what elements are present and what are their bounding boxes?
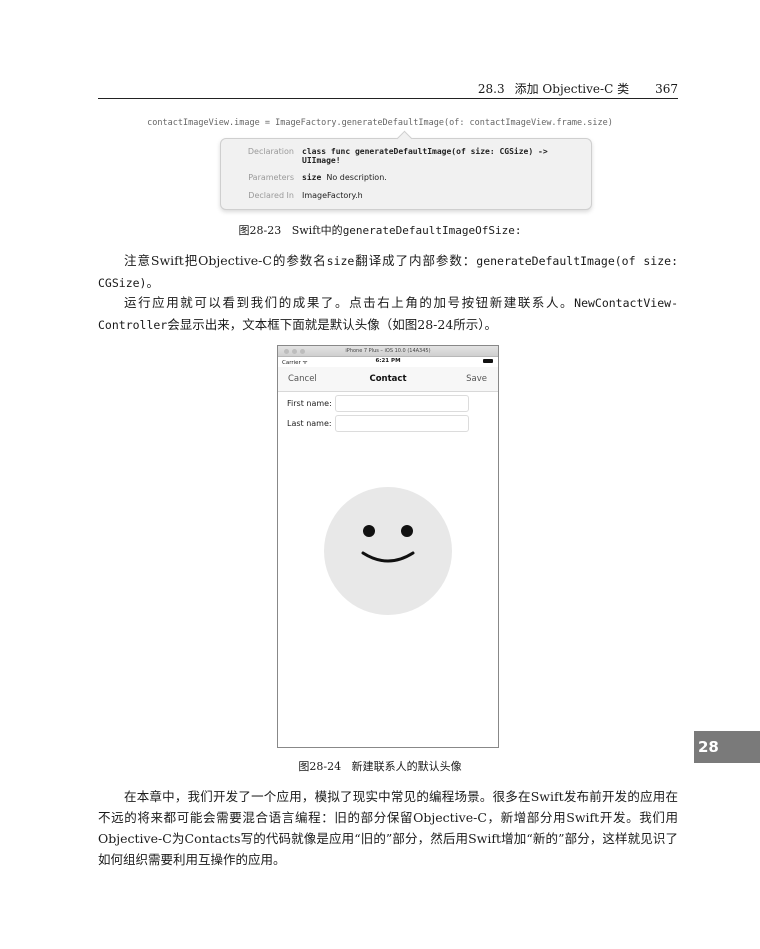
window-minimize-dot[interactable] bbox=[292, 349, 297, 354]
paragraph-2: 运行应用就可以看到我们的成果了。点击右上角的加号按钮新建联系人。NewConta… bbox=[98, 292, 678, 336]
window-zoom-dot[interactable] bbox=[300, 349, 305, 354]
avatar-smile bbox=[361, 551, 415, 563]
navigation-bar: Cancel Contact Save bbox=[278, 367, 498, 392]
figure-caption-code-1: generateDefaultImageOfSize: bbox=[342, 224, 522, 237]
declaration-line1: class func generateDefaultImage(of size:… bbox=[302, 147, 548, 156]
save-button[interactable]: Save bbox=[466, 374, 487, 384]
simulator-titlebar: iPhone 7 Plus – iOS 10.0 (14A345) bbox=[278, 346, 498, 357]
para1-text-1: 注意Swift把Objective-C的参数名 bbox=[124, 253, 327, 268]
para1-text-2: 翻译成了内部参数： bbox=[354, 253, 477, 268]
figure-caption-1: 图28-23 Swift中的generateDefaultImageOfSize… bbox=[0, 222, 760, 238]
default-avatar-image bbox=[324, 487, 452, 615]
declared-in-label: Declared In bbox=[248, 191, 294, 200]
ios-status-bar: Carrier ᯤ 6:21 PM bbox=[278, 357, 498, 366]
figure-caption-text-1: Swift中的 bbox=[291, 224, 343, 237]
battery-icon bbox=[483, 359, 493, 363]
simulator-screenshot: iPhone 7 Plus – iOS 10.0 (14A345) Carrie… bbox=[277, 345, 499, 748]
figure-caption-2: 图28-24 新建联系人的默认头像 bbox=[0, 758, 760, 774]
param-name: size bbox=[302, 173, 322, 182]
quick-help-popover: Declaration class func generateDefaultIm… bbox=[220, 130, 592, 210]
last-name-label: Last name: bbox=[287, 419, 332, 428]
nav-title: Contact bbox=[369, 374, 407, 384]
para2-code-1: NewContactView- bbox=[574, 296, 678, 310]
para2-text-1: 运行应用就可以看到我们的成果了。点击右上角的加号按钮新建联系人。 bbox=[124, 295, 575, 310]
header-page-number: 367 bbox=[655, 82, 678, 96]
parameter-entry: size No description. bbox=[302, 173, 387, 182]
para2-code-2: Controller bbox=[98, 318, 168, 332]
para1-text-3: 。 bbox=[146, 275, 159, 290]
figure-caption-text-2: 新建联系人的默认头像 bbox=[351, 760, 462, 773]
figure-number-2: 图28-24 bbox=[298, 760, 342, 773]
figure-number-1: 图28-23 bbox=[238, 224, 282, 237]
param-desc: No description. bbox=[326, 173, 387, 182]
last-name-field[interactable] bbox=[335, 415, 469, 432]
status-time: 6:21 PM bbox=[375, 358, 401, 364]
popover-arrow bbox=[396, 130, 413, 147]
chapter-tab: 28 bbox=[694, 731, 760, 763]
paragraph-3: 在本章中，我们开发了一个应用，模拟了现实中常见的编程场景。很多在Swift发布前… bbox=[98, 789, 678, 867]
avatar-left-eye bbox=[363, 525, 375, 537]
header-title: 添加 Objective-C 类 bbox=[514, 82, 630, 96]
para1-code-2: generateDefaultImage(of size: bbox=[476, 254, 678, 268]
first-name-field[interactable] bbox=[335, 395, 469, 412]
para1-code-1: size bbox=[326, 254, 355, 268]
declaration-line2: UIImage! bbox=[302, 156, 341, 165]
paragraph-1: 注意Swift把Objective-C的参数名size翻译成了内部参数：gene… bbox=[98, 250, 678, 294]
para1-code-3: CGSize) bbox=[98, 276, 147, 290]
code-line: contactImageView.image = ImageFactory.ge… bbox=[147, 118, 613, 128]
declaration-label: Declaration bbox=[247, 147, 294, 156]
running-header: 28.3 添加 Objective-C 类 367 bbox=[98, 80, 678, 99]
header-section: 28.3 bbox=[477, 82, 505, 96]
avatar-right-eye bbox=[401, 525, 413, 537]
declared-in-value: ImageFactory.h bbox=[302, 191, 363, 200]
window-close-dot[interactable] bbox=[284, 349, 289, 354]
para2-text-2: 会显示出来，文本框下面就是默认头像（如图28-24所示）。 bbox=[167, 317, 498, 332]
parameters-label: Parameters bbox=[248, 173, 294, 182]
first-name-label: First name: bbox=[287, 399, 332, 408]
simulator-window-title: iPhone 7 Plus – iOS 10.0 (14A345) bbox=[345, 348, 431, 354]
